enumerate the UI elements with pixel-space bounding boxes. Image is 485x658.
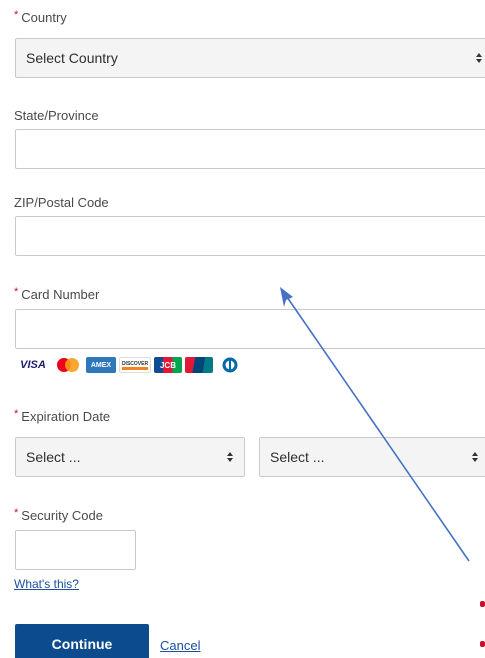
state-input[interactable] [15,129,485,169]
country-select[interactable]: Select Country [15,38,485,78]
mastercard-icon [53,357,83,373]
whats-this-link[interactable]: What's this? [14,577,79,591]
amex-logo: AMEX [86,357,116,373]
card-number-label: * Card Number [14,286,100,302]
state-label: State/Province [14,108,99,123]
required-marker: * [14,9,19,21]
expiration-year-select[interactable]: Select ... [259,437,485,477]
security-code-label: * Security Code [14,507,103,523]
discover-logo: DISCOVER [119,357,151,373]
cropped-required-marker [480,601,485,607]
visa-logo: VISA [16,357,50,373]
country-label: * Country [14,9,67,25]
continue-button[interactable]: Continue [15,624,149,658]
card-logos: VISA AMEX DISCOVER JCB [16,355,244,375]
expiration-label: * Expiration Date [14,408,111,424]
select-arrows-icon [472,452,478,462]
cropped-required-marker [480,641,485,647]
jcb-logo: JCB [154,357,182,373]
diners-club-icon [216,357,244,373]
select-arrows-icon [227,452,233,462]
zip-label: ZIP/Postal Code [14,195,109,210]
unionpay-icon [185,357,213,373]
security-code-input[interactable] [15,530,136,570]
expiration-month-select[interactable]: Select ... [15,437,245,477]
card-number-input[interactable] [15,309,485,349]
zip-input[interactable] [15,216,485,256]
select-arrows-icon [476,53,482,63]
cancel-link[interactable]: Cancel [160,638,200,653]
country-select-value: Select Country [26,50,118,66]
